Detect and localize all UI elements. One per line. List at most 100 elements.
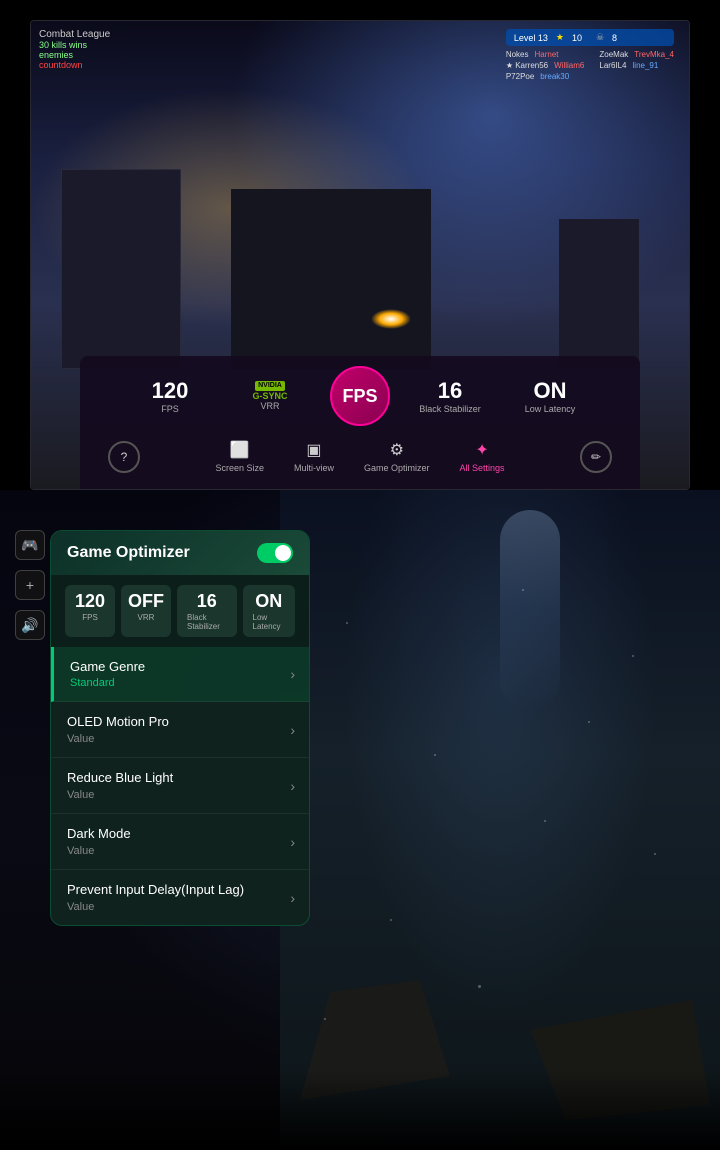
sidebar-plus-icon[interactable]: + <box>15 570 45 600</box>
game-frame: Combat League 30 kills wins enemies coun… <box>30 20 690 490</box>
menu-item-reduce-blue-light[interactable]: Reduce Blue Light Value › <box>51 758 309 814</box>
opt-latency-label: Low Latency <box>253 613 285 631</box>
game-hud: 120 FPS NVIDIA G-SYNC VRR FPS 1 <box>80 356 640 489</box>
player4: ZoeMakTrevMka_4 <box>599 50 674 59</box>
black-stab-label: Black Stabilizer <box>419 404 481 414</box>
menu-oled-motion-title: OLED Motion Pro <box>67 714 293 731</box>
vrr-label: VRR <box>260 401 279 411</box>
enemies-label: enemies <box>39 50 110 60</box>
black-stab-stat: 16 Black Stabilizer <box>410 378 490 414</box>
player1: NokesHarnet <box>506 50 585 59</box>
hud-nav-left-button[interactable]: ? <box>108 441 140 473</box>
bottom-section: 🎮 + 🔊 Game Optimizer 120 FPS OFF VRR 16 … <box>0 490 720 1150</box>
optimizer-panel: Game Optimizer 120 FPS OFF VRR 16 Black … <box>50 530 310 926</box>
menu-item-game-genre[interactable]: Game Genre Standard › <box>51 647 309 703</box>
latency-label: Low Latency <box>525 404 576 414</box>
menu-input-delay-value: Value <box>67 901 293 913</box>
menu-dark-mode-title: Dark Mode <box>67 826 293 843</box>
menu-oled-motion-value: Value <box>67 733 293 745</box>
black-stab-value: 16 <box>438 378 462 404</box>
level-text: Level 13 <box>514 33 548 43</box>
scoreboard: Level 13 ★ 10 ☠ 8 NokesHarnet ★ Karren56… <box>506 29 674 81</box>
opt-vrr-value: OFF <box>128 591 164 613</box>
optimizer-stats: 120 FPS OFF VRR 16 Black Stabilizer ON L… <box>51 575 309 647</box>
menu-reduce-blue-light-title: Reduce Blue Light <box>67 770 293 787</box>
latency-stat: ON Low Latency <box>510 378 590 414</box>
score-row: NokesHarnet ★ Karren56William6 P72Poebre… <box>506 50 674 81</box>
opt-latency-stat: ON Low Latency <box>243 585 295 637</box>
menu-item-input-delay[interactable]: Prevent Input Delay(Input Lag) Value › <box>51 870 309 925</box>
toggle-knob <box>275 545 291 561</box>
opt-fps-stat: 120 FPS <box>65 585 115 637</box>
level-bar: Level 13 ★ 10 ☠ 8 <box>506 29 674 46</box>
countdown-label: countdown <box>39 60 110 70</box>
all-settings-icon: ✦ <box>468 440 496 460</box>
left-sidebar: 🎮 + 🔊 <box>15 530 45 640</box>
opt-vrr-stat: OFF VRR <box>121 585 171 637</box>
hud-nav-right-button[interactable]: ✏ <box>580 441 612 473</box>
game-optimizer-icon: ⚙ <box>383 440 411 460</box>
menu-reduce-blue-light-arrow: › <box>290 778 295 794</box>
ctrl-screen-size[interactable]: ⬜ Screen Size <box>215 440 264 473</box>
stars-icon: ★ <box>556 32 564 43</box>
ctrl-all-settings[interactable]: ✦ All Settings <box>460 440 505 473</box>
building-center <box>231 189 431 369</box>
ctrl-game-optimizer[interactable]: ⚙ Game Optimizer <box>364 440 430 473</box>
menu-item-dark-mode[interactable]: Dark Mode Value › <box>51 814 309 870</box>
bottom-gradient <box>0 1070 720 1150</box>
menu-reduce-blue-light-value: Value <box>67 789 293 801</box>
optimizer-menu: Game Genre Standard › OLED Motion Pro Va… <box>51 647 309 925</box>
game-title: Combat League <box>39 29 110 40</box>
hud-stats: 120 FPS NVIDIA G-SYNC VRR FPS 1 <box>100 366 620 426</box>
player5: Lar6IL4line_91 <box>599 61 674 70</box>
gsync-logo: NVIDIA <box>255 381 285 391</box>
fps-badge-label: FPS <box>342 387 377 405</box>
opt-fps-label: FPS <box>82 613 98 622</box>
waterfall <box>500 510 560 710</box>
ctrl-multi-view[interactable]: ▣ Multi-view <box>294 440 334 473</box>
gsync-text: G-SYNC <box>252 391 287 401</box>
menu-oled-motion-arrow: › <box>290 722 295 738</box>
menu-game-genre-arrow: › <box>290 666 295 682</box>
menu-game-genre-title: Game Genre <box>70 659 293 676</box>
kills-count: 8 <box>612 33 617 43</box>
opt-black-stab-label: Black Stabilizer <box>187 613 227 631</box>
kills-label: 30 kills wins <box>39 40 110 50</box>
top-left-hud: Combat League 30 kills wins enemies coun… <box>39 29 110 70</box>
ctrl-all-settings-label: All Settings <box>460 463 505 473</box>
stars-count: 10 <box>572 33 582 43</box>
muzzle-flash <box>371 309 411 329</box>
fps-badge: FPS <box>330 366 390 426</box>
multi-view-icon: ▣ <box>300 440 328 460</box>
opt-black-stab-value: 16 <box>197 591 217 613</box>
team2: ZoeMakTrevMka_4 Lar6IL4line_91 <box>599 50 674 81</box>
menu-dark-mode-value: Value <box>67 845 293 857</box>
opt-black-stab-stat: 16 Black Stabilizer <box>177 585 237 637</box>
sidebar-controller-icon[interactable]: 🎮 <box>15 530 45 560</box>
screen-size-icon: ⬜ <box>226 440 254 460</box>
optimizer-title: Game Optimizer <box>67 544 190 562</box>
fps-stat: 120 FPS <box>130 378 210 414</box>
optimizer-header: Game Optimizer <box>51 531 309 575</box>
top-section: Combat League 30 kills wins enemies coun… <box>0 0 720 490</box>
ctrl-game-optimizer-label: Game Optimizer <box>364 463 430 473</box>
scene-overlay <box>280 490 720 1150</box>
ctrl-multi-view-label: Multi-view <box>294 463 334 473</box>
player2: ★ Karren56William6 <box>506 61 585 70</box>
fps-value: 120 <box>152 378 189 404</box>
menu-input-delay-title: Prevent Input Delay(Input Lag) <box>67 882 293 899</box>
opt-vrr-label: VRR <box>138 613 155 622</box>
ctrl-screen-size-label: Screen Size <box>215 463 264 473</box>
menu-item-oled-motion[interactable]: OLED Motion Pro Value › <box>51 702 309 758</box>
menu-dark-mode-arrow: › <box>290 834 295 850</box>
building-left <box>61 169 181 369</box>
opt-fps-value: 120 <box>75 591 105 613</box>
sidebar-volume-icon[interactable]: 🔊 <box>15 610 45 640</box>
latency-value: ON <box>534 378 567 404</box>
optimizer-toggle[interactable] <box>257 543 293 563</box>
fps-label: FPS <box>161 404 179 414</box>
menu-input-delay-arrow: › <box>290 890 295 906</box>
menu-game-genre-value: Standard <box>70 677 293 689</box>
player3: P72Poebreak30 <box>506 72 585 81</box>
opt-latency-value: ON <box>255 591 282 613</box>
